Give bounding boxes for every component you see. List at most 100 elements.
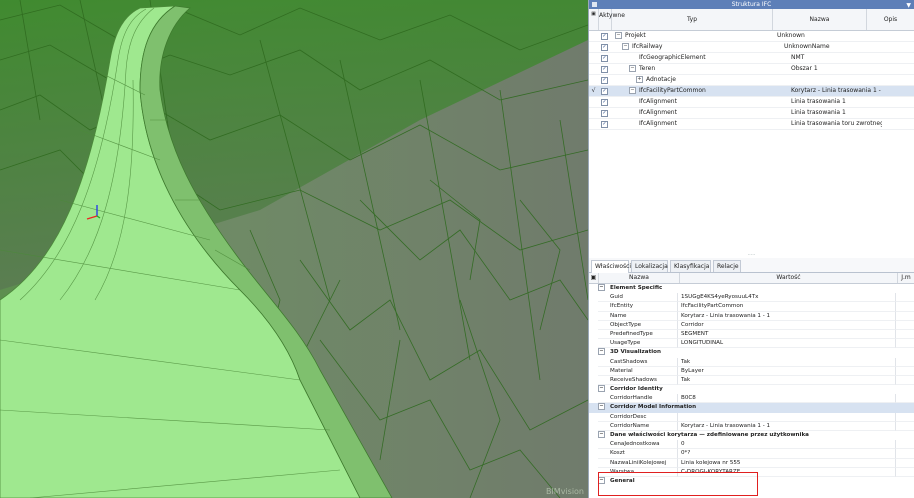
visibility-checkbox[interactable]: ✓ [601,65,608,73]
property-unit [895,375,914,386]
splitter[interactable]: ..... [589,252,914,257]
right-panel: Struktura IFC ▼ ▣ Aktywne Typ Nazwa Opis… [588,0,914,498]
property-group-header[interactable]: − Corridor Identity [589,385,914,394]
property-name: ReceiveShadows [598,375,678,386]
ifc-tree-row[interactable]: √ ✓ − IfcFacilityPartCommon Korytarz - Linia… [589,86,914,97]
tab-relations[interactable]: Relacje [713,260,741,272]
column-desc[interactable]: Opis [867,9,914,30]
property-row[interactable]: UsageType LONGITUDINAL [589,339,914,349]
row-marker [589,119,598,129]
property-row[interactable]: NazwaLiniiKolejowej Linia kolejowa nr 555 [589,458,914,468]
expand-toggle-icon[interactable]: − [622,43,629,50]
visibility-checkbox[interactable]: ✓ [601,32,608,40]
collapse-toggle-icon[interactable]: − [598,431,605,438]
property-row[interactable]: CorridorDesc [589,412,914,422]
property-value[interactable] [678,413,895,422]
property-row[interactable]: Koszt 0*? [589,449,914,459]
property-row[interactable]: ReceiveShadows Tak [589,375,914,386]
property-group-header[interactable]: − Dane właściwości korytarza — zdefiniowa… [589,431,914,440]
dropdown-arrow-icon[interactable]: ▼ [906,1,911,10]
property-value[interactable]: SEGMENT [678,330,895,340]
visibility-checkbox[interactable]: ✓ [601,87,608,95]
properties-menu-icon[interactable]: ▣ [589,273,599,283]
terrain-model [0,0,588,498]
ifc-structure-titlebar: Struktura IFC ▼ [589,0,914,9]
property-group-header[interactable]: −3D Visualization [589,348,914,357]
tab-location[interactable]: Lokalizacja [631,260,668,272]
property-unit [895,320,914,330]
property-name: CenaJednostkowa [598,440,678,450]
collapse-toggle-icon[interactable]: − [598,385,605,393]
property-row[interactable]: Guid 1SUGgE4KS4yeRyosuuL4Tx [589,293,914,303]
property-name: Guid [598,293,678,303]
tab-properties[interactable]: Właściwości [591,260,631,273]
property-value[interactable]: 1SUGgE4KS4yeRyosuuL4Tx [678,293,895,303]
ifc-tree-row[interactable]: ✓ IfcAlignment Linia trasowania toru zwrot… [589,119,914,130]
property-row[interactable]: CastShadows Tak [589,357,914,367]
property-value[interactable]: Korytarz - Linia trasowania 1 - 1 [678,312,895,321]
property-value[interactable]: ByLayer [678,367,895,376]
ifc-tree-row[interactable]: ✓ − Teren Obszar 1 [589,64,914,75]
ifc-tree-row[interactable]: ✓ IfcAlignment Linia trasowania 1 [589,108,914,119]
visibility-checkbox[interactable]: ✓ [601,109,608,117]
property-value[interactable]: Linia kolejowa nr 555 [678,459,895,468]
column-menu-icon[interactable]: ▣ [589,9,599,30]
ifc-tree-row[interactable]: ✓ + Adnotacje [589,75,914,86]
expand-toggle-icon[interactable]: − [615,32,622,39]
column-type[interactable]: Typ [612,9,773,30]
property-value[interactable]: Tak [678,376,895,386]
tab-classification[interactable]: Klasyfikacja [670,260,711,272]
column-prop-name[interactable]: Nazwa [599,273,680,283]
ifc-tree-row[interactable]: ✓ IfcGeographicElement NMT [589,53,914,64]
property-row[interactable]: Name Korytarz - Linia trasowania 1 - 1 [589,311,914,321]
property-group-header[interactable]: − Corridor Model Information [589,403,914,413]
collapse-toggle-icon[interactable]: − [598,348,605,356]
property-group-header[interactable]: − Element Specific [589,284,914,293]
property-row[interactable]: Material ByLayer [589,366,914,376]
property-value[interactable]: B0C8 [678,394,895,404]
column-prop-value[interactable]: Wartość [680,273,898,283]
column-name[interactable]: Nazwa [773,9,867,30]
property-value[interactable]: Tak [678,358,895,367]
ifc-desc-label [882,53,914,63]
property-tabs: Właściwości Lokalizacja Klasyfikacja Rel… [589,258,914,273]
ifc-type-label: Adnotacje [646,76,676,83]
ifc-tree-row[interactable]: ✓ IfcAlignment Linia trasowania 1 [589,97,914,108]
property-value[interactable]: 0 [678,440,895,450]
column-prop-unit[interactable]: J.m [898,273,914,283]
ifc-desc-label [882,86,914,96]
property-row[interactable]: CorridorHandle B0C8 [589,394,914,404]
visibility-checkbox[interactable]: ✓ [601,43,608,51]
ifc-name-label: Linia trasowania toru zwrotneg... [791,120,882,127]
property-name: NazwaLiniiKolejowej [598,458,678,468]
property-row[interactable]: PredefinedType SEGMENT [589,329,914,340]
ifc-tree-row[interactable]: ✓ − Projekt Unknown [589,31,914,42]
property-row[interactable]: CorridorName Korytarz - Linia trasowania … [589,421,914,431]
property-value[interactable]: Corridor [678,321,895,330]
ifc-tree-row[interactable]: ✓ − IfcRailway UnknownName [589,42,914,53]
property-value[interactable]: 0*? [678,449,895,459]
property-name: IfcEntity [598,302,678,312]
visibility-checkbox[interactable]: ✓ [601,54,608,62]
ifc-desc-label [882,97,914,107]
property-row[interactable]: CenaJednostkowa 0 [589,440,914,450]
expand-toggle-icon[interactable]: + [636,76,643,83]
expand-toggle-icon[interactable]: − [629,87,636,94]
property-value[interactable]: IfcFacilityPartCommon [678,302,895,312]
3d-viewport[interactable]: BIMvision [0,0,588,498]
expand-toggle-icon[interactable]: − [629,65,636,72]
visibility-checkbox[interactable]: ✓ [601,98,608,106]
collapse-toggle-icon[interactable]: − [598,284,605,291]
property-value[interactable]: LONGITUDINAL [678,339,895,349]
column-visible[interactable]: Aktywne [599,9,625,30]
property-row[interactable]: ObjectType Corridor [589,320,914,330]
property-unit [895,449,914,459]
collapse-toggle-icon[interactable]: − [598,403,605,411]
ifc-type-label: IfcAlignment [639,98,677,105]
visibility-checkbox[interactable]: ✓ [601,76,608,84]
highlight-annotation [598,472,758,496]
pin-icon[interactable] [592,2,597,7]
property-row[interactable]: IfcEntity IfcFacilityPartCommon [589,302,914,312]
visibility-checkbox[interactable]: ✓ [601,120,608,128]
property-value[interactable]: Korytarz - Linia trasowania 1 - 1 [678,422,895,431]
